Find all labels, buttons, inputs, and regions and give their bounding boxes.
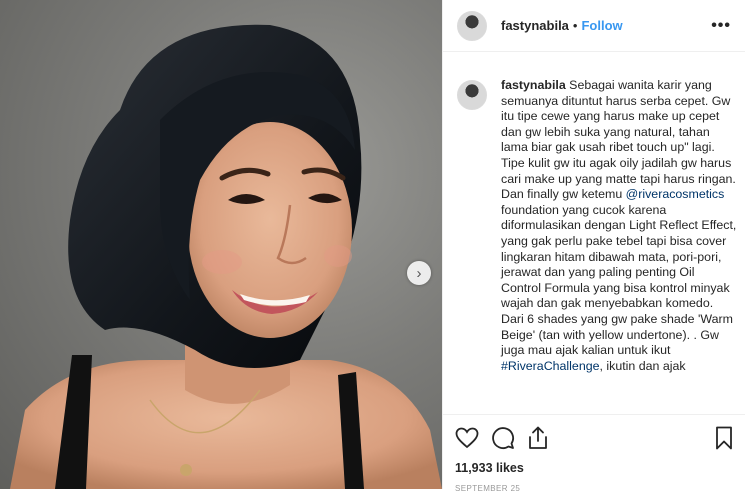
follow-button[interactable]: Follow xyxy=(581,18,622,33)
mention-link[interactable]: @riveracosmetics xyxy=(626,187,725,201)
comment-icon[interactable] xyxy=(491,426,515,450)
post-header: fastynabila • Follow ••• xyxy=(443,0,745,52)
post-actions: 11,933 likes SEPTEMBER 25 xyxy=(443,414,745,493)
instagram-post: › fastynabila • Follow ••• fastynabila S… xyxy=(0,0,745,493)
separator-dot: • xyxy=(572,18,578,33)
carousel-next-button[interactable]: › xyxy=(407,261,431,285)
more-options-icon[interactable]: ••• xyxy=(711,17,731,35)
heart-icon[interactable] xyxy=(455,427,479,449)
action-icons xyxy=(455,425,733,451)
chevron-right-icon: › xyxy=(416,264,422,282)
share-icon[interactable] xyxy=(527,426,549,450)
caption-body-3: , ikutin dan ajak xyxy=(599,358,686,373)
caption-text: fastynabila Sebagai wanita karir yang se… xyxy=(501,78,737,374)
portrait-image xyxy=(10,24,442,489)
caption-body-2: foundation yang cucok karena diformulasi… xyxy=(501,202,737,358)
post-side-panel: fastynabila • Follow ••• fastynabila Seb… xyxy=(442,0,745,493)
comments-area[interactable]: fastynabila Sebagai wanita karir yang se… xyxy=(457,78,737,412)
caption-username[interactable]: fastynabila xyxy=(501,78,566,92)
hashtag-link[interactable]: #RiveraChallenge xyxy=(501,359,600,373)
header-username[interactable]: fastynabila xyxy=(501,18,569,33)
caption-body-1: Sebagai wanita karir yang semuanya ditun… xyxy=(501,78,736,202)
post-photo[interactable]: › xyxy=(0,0,442,489)
caption-avatar[interactable] xyxy=(457,80,487,110)
avatar[interactable] xyxy=(457,10,487,41)
bookmark-icon[interactable] xyxy=(715,426,733,450)
caption-row: fastynabila Sebagai wanita karir yang se… xyxy=(457,78,737,374)
likes-count[interactable]: 11,933 likes xyxy=(455,461,733,475)
